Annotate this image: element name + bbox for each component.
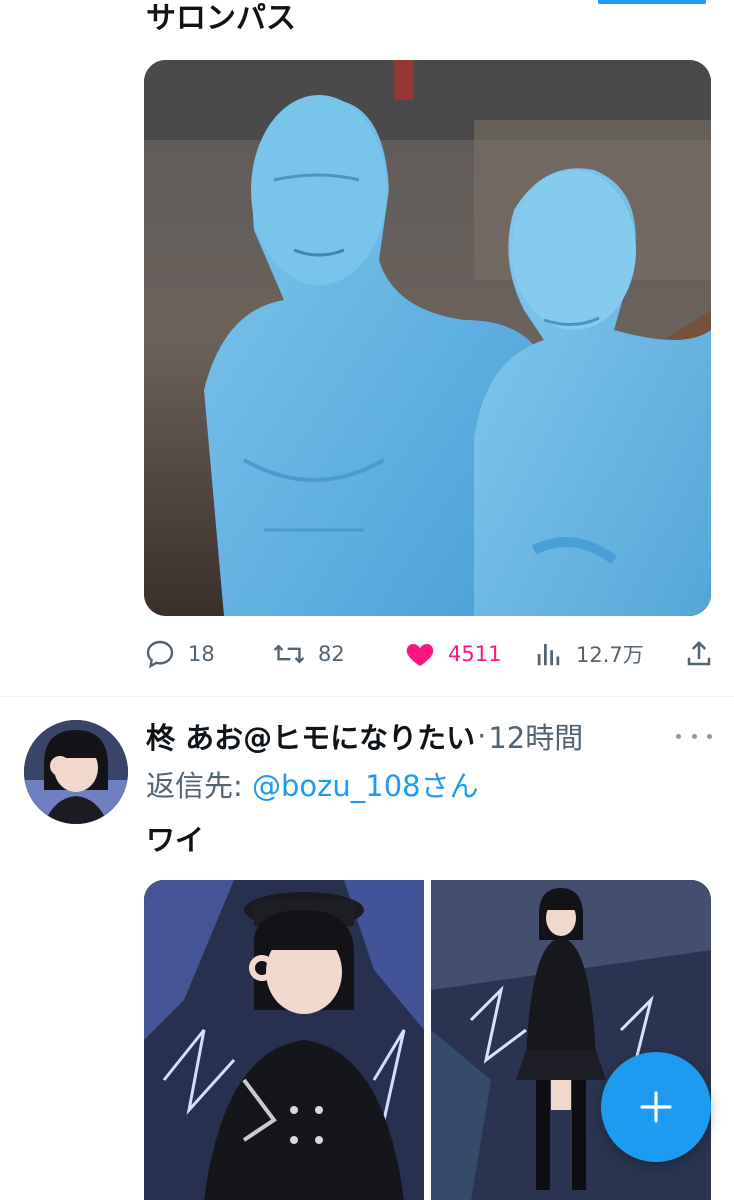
reply-button[interactable]: 18 <box>144 638 272 670</box>
reply-label: 返信先: <box>146 769 243 803</box>
tab-indicator <box>598 0 706 4</box>
retweet-count: 82 <box>318 642 345 666</box>
avatar[interactable] <box>24 720 128 824</box>
tweet-text: ワイ <box>146 823 205 857</box>
tweet-image-1[interactable] <box>144 880 424 1200</box>
more-options-button[interactable] <box>676 722 712 750</box>
timeline: サロンパス 18 82 4511 12.7万 柊 あお@ヒモになりたい · 12… <box>0 0 734 1200</box>
tweet-image[interactable] <box>144 60 711 616</box>
views-button[interactable]: 12.7万 <box>534 638 674 670</box>
compose-tweet-button[interactable] <box>601 1052 711 1162</box>
tweet-photo <box>144 60 711 616</box>
bar-chart-icon <box>537 644 560 666</box>
plus-icon <box>640 1091 672 1123</box>
share-button[interactable] <box>684 639 714 669</box>
display-name[interactable]: 柊 あお@ヒモになりたい <box>146 715 475 757</box>
reply-handle-link[interactable]: @bozu_108 <box>252 769 421 803</box>
reply-count: 18 <box>188 642 215 666</box>
tweet-header: 柊 あお@ヒモになりたい · 12時間 <box>146 712 583 760</box>
tweet-divider <box>0 696 734 697</box>
ellipsis-icon <box>676 733 681 739</box>
header-separator: · <box>477 719 487 753</box>
tweet-actions: 18 82 4511 12.7万 <box>144 628 714 680</box>
reply-suffix: さん <box>420 769 479 803</box>
tweet-text: サロンパス <box>146 1 296 36</box>
share-icon <box>687 640 711 666</box>
heart-filled-icon <box>406 644 434 666</box>
replying-to: 返信先: @bozu_108さん <box>146 764 479 808</box>
like-count: 4511 <box>448 642 502 666</box>
retweet-icon <box>273 644 305 664</box>
tweet-photo-1 <box>144 880 424 1200</box>
timestamp[interactable]: 12時間 <box>488 715 583 757</box>
views-count: 12.7万 <box>576 643 644 667</box>
retweet-button[interactable]: 82 <box>272 638 404 670</box>
like-button[interactable]: 4511 <box>404 638 534 670</box>
speech-bubble-icon <box>146 640 174 669</box>
avatar-photo <box>24 720 128 824</box>
